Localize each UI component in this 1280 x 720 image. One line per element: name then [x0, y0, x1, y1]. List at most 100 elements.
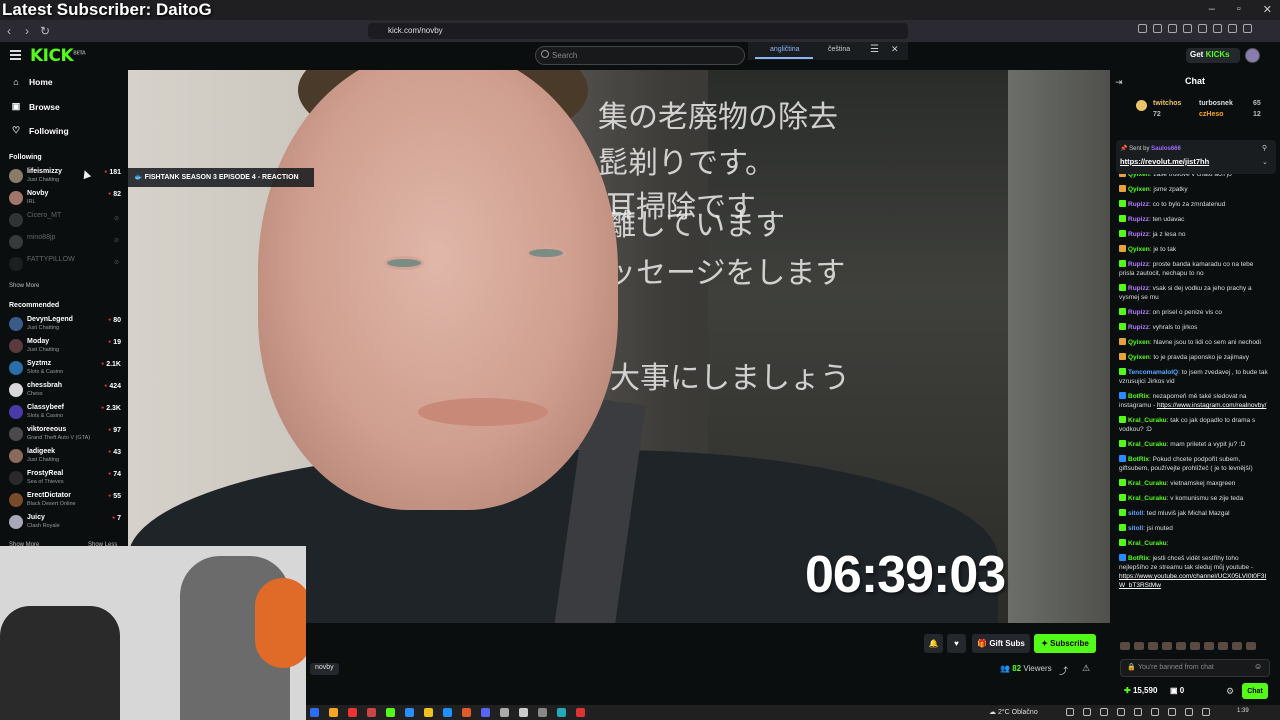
taskbar-app-icon[interactable] — [424, 708, 433, 717]
taskbar-app-icon[interactable] — [576, 708, 585, 717]
channel-points[interactable]: ✚ 15,590 — [1124, 686, 1157, 695]
chat-username[interactable]: Rupizz — [1128, 216, 1149, 223]
notification-bell-button[interactable]: 🔔 — [924, 634, 943, 653]
unpin-icon[interactable]: ⚲ — [1262, 144, 1267, 152]
report-icon[interactable]: ⚠ — [1082, 663, 1090, 674]
tray-icon[interactable] — [1117, 708, 1125, 716]
chat-username[interactable]: Qyixen — [1128, 354, 1150, 361]
sidebar-item-home[interactable]: ⌂ Home — [11, 77, 52, 87]
sidebar-channel-cicero_mt[interactable]: Cicero_MT ⊘ — [9, 210, 121, 230]
chat-send-button[interactable]: Chat — [1242, 683, 1268, 699]
chat-username[interactable]: Kral_Curaku — [1128, 441, 1167, 448]
translate-lang-from[interactable]: angličtina — [770, 46, 800, 53]
extension-icon[interactable] — [1213, 24, 1222, 33]
share-icon[interactable]: ⤴ — [1059, 664, 1068, 677]
sidebar-channel-frostyreal[interactable]: FrostyReal Sea of Thieves 74 — [9, 468, 121, 488]
chat-username[interactable]: BotRix — [1128, 456, 1149, 463]
emote[interactable] — [1120, 642, 1130, 650]
sidebar-channel-classybeef[interactable]: Classybeef Slots & Casino 2.3K — [9, 402, 121, 422]
translate-close-icon[interactable]: ✕ — [891, 44, 899, 55]
taskbar-app-icon[interactable] — [557, 708, 566, 717]
sidebar-channel-ladigeek[interactable]: ladigeek Just Chatting 43 — [9, 446, 121, 466]
subscribe-button[interactable]: ✦ Subscribe — [1034, 634, 1096, 653]
pinned-link[interactable]: https://revolut.me/jist7hh — [1120, 157, 1209, 166]
chat-username[interactable]: TencomamaloIQ — [1128, 369, 1178, 376]
extension-icon[interactable] — [1153, 24, 1162, 33]
close-window-icon[interactable]: ✕ — [1263, 3, 1272, 16]
translate-menu-icon[interactable]: ☰ — [870, 44, 879, 55]
emote[interactable] — [1246, 642, 1256, 650]
gear-icon[interactable]: ⚙ — [1226, 686, 1234, 697]
chat-username[interactable]: sitoll — [1128, 510, 1143, 517]
chat-username[interactable]: Kral_Curaku — [1128, 417, 1167, 424]
chat-link[interactable]: https://www.youtube.com/channel/UCX05LVI… — [1119, 573, 1266, 589]
chat-username[interactable]: Qyixen — [1128, 339, 1150, 346]
chat-username[interactable]: Kral_Curaku — [1128, 480, 1167, 487]
extension-icon[interactable] — [1168, 24, 1177, 33]
taskbar-app-icon[interactable] — [405, 708, 414, 717]
taskbar-app-icon[interactable] — [329, 708, 338, 717]
sidebar-channel-lifeismizzy[interactable]: lifeismizzy Just Chatting 181 — [9, 166, 121, 186]
channel-tag[interactable]: novby — [310, 663, 339, 675]
sidebar-channel-syztmz[interactable]: Syztmz Slots & Casino 2.1K — [9, 358, 121, 378]
chat-input[interactable]: You're banned from chat — [1120, 659, 1270, 677]
video-player[interactable]: 集の老廃物の除去 髭剃りです。 耳掃除です 離しています ッセージをします 大事… — [128, 70, 1110, 623]
leaderboard-name[interactable]: turbosnek — [1199, 100, 1233, 107]
taskbar-app-icon[interactable] — [310, 708, 319, 717]
taskbar-app-icon[interactable] — [519, 708, 528, 717]
kick-logo[interactable]: KICKBETA — [30, 46, 86, 66]
chat-username[interactable]: Qyixen — [1128, 246, 1150, 253]
tray-icon[interactable] — [1151, 708, 1159, 716]
gift-subs-button[interactable]: 🎁 Gift Subs — [972, 634, 1030, 653]
chat-username[interactable]: BotRix — [1128, 393, 1149, 400]
sidebar-channel-mino88jp[interactable]: mino88jp ⊘ — [9, 232, 121, 252]
extension-icon[interactable] — [1138, 24, 1147, 33]
chat-username[interactable]: Kral_Curaku — [1128, 540, 1167, 547]
forward-icon[interactable]: › — [18, 22, 36, 40]
tray-icon[interactable] — [1066, 708, 1074, 716]
sidebar-channel-moday[interactable]: Moday Just Chatting 19 — [9, 336, 121, 356]
taskbar-app-icon[interactable] — [538, 708, 547, 717]
extension-icon[interactable] — [1243, 24, 1252, 33]
taskbar-app-icon[interactable] — [367, 708, 376, 717]
emote[interactable] — [1190, 642, 1200, 650]
menu-icon[interactable] — [10, 50, 21, 62]
sidebar-channel-fattypillow[interactable]: FATTYPILLOW ⊘ — [9, 254, 121, 274]
emote[interactable] — [1176, 642, 1186, 650]
chat-username[interactable]: Rupizz — [1128, 261, 1149, 268]
sidebar-item-browse[interactable]: ▣ Browse — [11, 101, 60, 112]
chat-username[interactable]: Rupizz — [1128, 309, 1149, 316]
emote[interactable] — [1204, 642, 1214, 650]
follow-heart-button[interactable]: ♥ — [947, 634, 966, 653]
translate-lang-to[interactable]: čeština — [828, 46, 850, 53]
taskbar-app-icon[interactable] — [443, 708, 452, 717]
extension-icon[interactable] — [1198, 24, 1207, 33]
search-input[interactable]: Search — [535, 46, 745, 65]
weather-widget[interactable]: ☁ 2°C Oblačno — [989, 708, 1038, 716]
chat-username[interactable]: sitoll — [1128, 525, 1143, 532]
taskbar-app-icon[interactable] — [481, 708, 490, 717]
chat-username[interactable]: Rupizz — [1128, 231, 1149, 238]
maximize-icon[interactable]: ▫ — [1237, 3, 1241, 16]
kicks-balance[interactable]: ▣ 0 — [1170, 686, 1184, 695]
taskbar-app-icon[interactable] — [386, 708, 395, 717]
chat-username[interactable]: BotRix — [1128, 555, 1149, 562]
chat-username[interactable]: Rupizz — [1128, 285, 1149, 292]
tray-icon[interactable] — [1185, 708, 1193, 716]
sidebar-channel-devynlegend[interactable]: DevynLegend Just Chatting 80 — [9, 314, 121, 334]
reload-icon[interactable]: ↻ — [36, 22, 54, 40]
tray-icon[interactable] — [1202, 708, 1210, 716]
sidebar-channel-juicy[interactable]: Juicy Clash Royale 7 — [9, 512, 121, 532]
address-bar[interactable]: kick.com/novby — [368, 23, 908, 39]
extension-icon[interactable] — [1228, 24, 1237, 33]
taskbar-app-icon[interactable] — [462, 708, 471, 717]
tray-icon[interactable] — [1083, 708, 1091, 716]
leaderboard-name[interactable]: czHeso — [1199, 111, 1224, 118]
chevron-down-icon[interactable]: ⌄ — [1262, 158, 1268, 166]
extension-icon[interactable] — [1183, 24, 1192, 33]
user-avatar[interactable] — [1245, 48, 1260, 63]
get-kicks-button[interactable]: Get KICKs — [1186, 48, 1240, 63]
emote-picker-icon[interactable]: ☺ — [1254, 662, 1262, 671]
sidebar-channel-novby[interactable]: Novby IRL 82 — [9, 188, 121, 208]
sidebar-item-following[interactable]: ♡ Following — [11, 125, 69, 136]
